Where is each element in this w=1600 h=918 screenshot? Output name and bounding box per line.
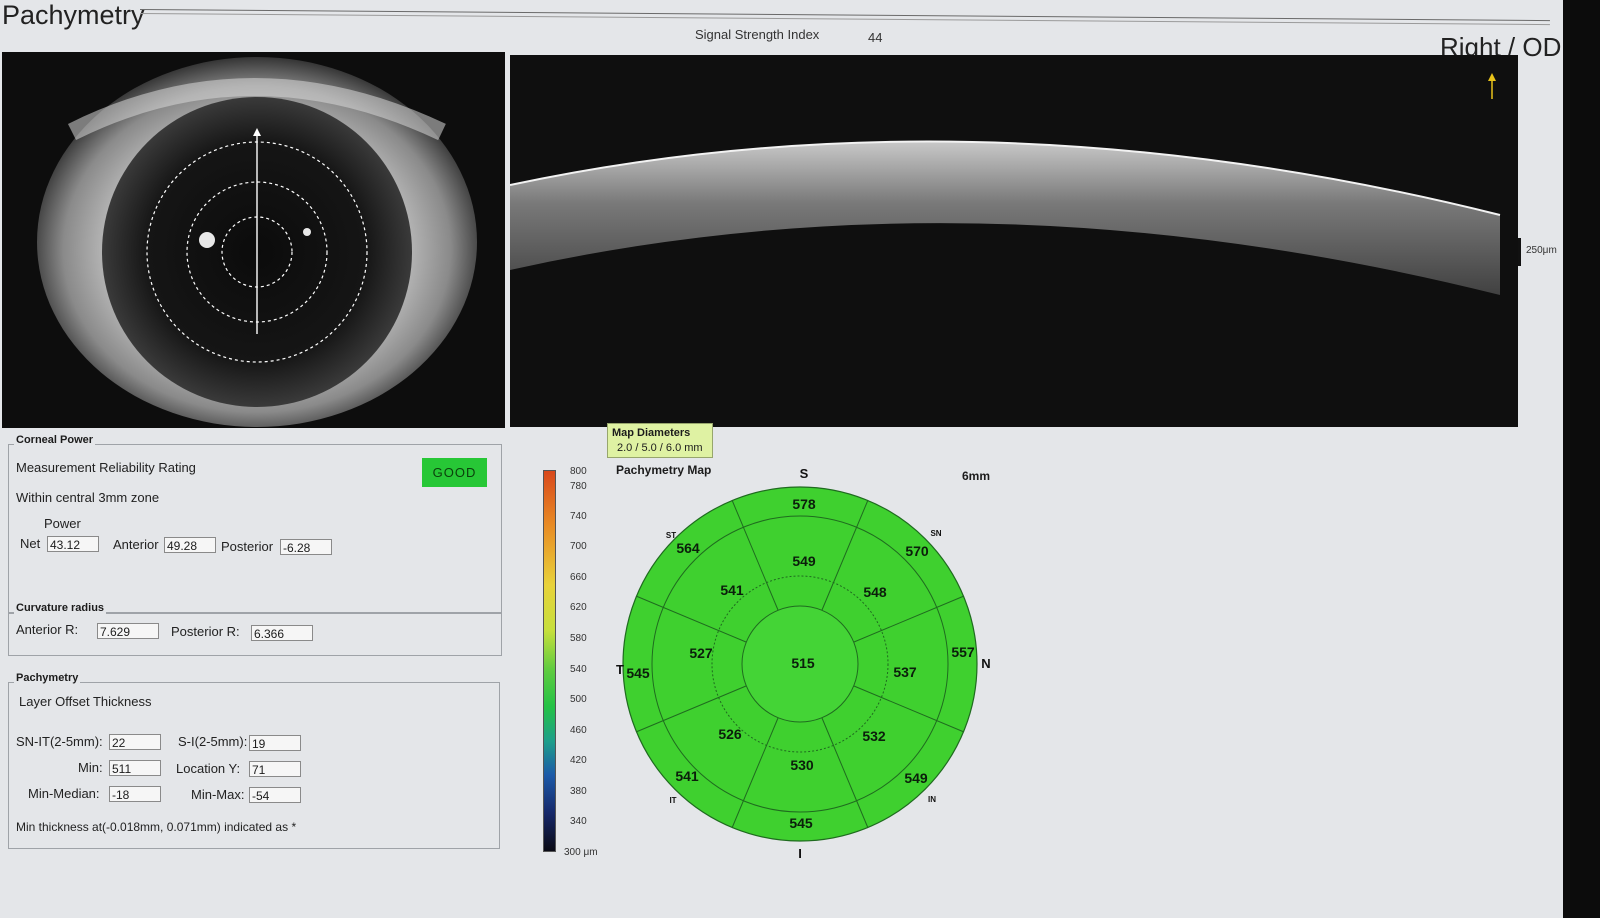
location-y-label: Location Y: xyxy=(176,761,241,776)
map-value-ring2-in: 532 xyxy=(862,728,886,744)
map-value-ring3-it: 541 xyxy=(675,768,699,784)
scale-tick: 380 xyxy=(570,786,587,797)
scale-tick: 800 xyxy=(570,466,587,477)
power-label: Power xyxy=(44,516,81,531)
scale-tick: 660 xyxy=(570,572,587,583)
net-power-field: 43.12 xyxy=(47,536,99,552)
signal-strength-value: 44 xyxy=(868,30,883,45)
map-value-ring3-t: 545 xyxy=(626,665,650,681)
min-median-field: -18 xyxy=(109,786,161,802)
scale-tick: 460 xyxy=(570,725,587,736)
anterior-r-label: Anterior R: xyxy=(16,622,79,637)
eye-camera-image xyxy=(2,52,505,428)
min-max-field: -54 xyxy=(249,787,301,803)
si-field: 19 xyxy=(249,735,301,751)
net-label: Net xyxy=(20,536,41,551)
sector-label-in: IN xyxy=(928,795,936,804)
map-value-ring2-i: 530 xyxy=(790,757,814,773)
oct-scale-bar xyxy=(1518,238,1521,266)
sector-label-sn: SN xyxy=(930,529,941,538)
direction-superior: S xyxy=(800,466,809,481)
map-value-ring2-st: 541 xyxy=(720,582,744,598)
corneal-power-title: Corneal Power xyxy=(14,434,96,446)
anterior-label: Anterior xyxy=(113,537,159,552)
map-value-ring3-in: 549 xyxy=(904,770,928,786)
direction-inferior: I xyxy=(798,846,802,860)
pachymetry-map: S N T I ST SN IT IN 515 549 548 537 532 … xyxy=(616,466,991,860)
map-diameters-value: 2.0 / 5.0 / 6.0 mm xyxy=(617,442,703,454)
sector-label-it: IT xyxy=(669,796,676,805)
scale-tick: 300 μm xyxy=(564,847,598,858)
pachymetry-header: Layer Offset Thickness xyxy=(19,694,152,709)
posterior-r-field: 6.366 xyxy=(251,625,313,641)
oct-scan-image xyxy=(509,55,1518,427)
anterior-r-field: 7.629 xyxy=(97,623,159,639)
anterior-power-field: 49.28 xyxy=(164,537,216,553)
posterior-label: Posterior xyxy=(221,539,274,554)
map-value-center: 515 xyxy=(791,655,815,671)
reliability-label: Measurement Reliability Rating xyxy=(16,460,196,475)
sector-label-st: ST xyxy=(666,531,676,540)
snit-field: 22 xyxy=(109,734,161,750)
location-y-field: 71 xyxy=(249,761,301,777)
monitor-bezel xyxy=(1563,0,1600,918)
pachymetry-title: Pachymetry xyxy=(14,672,81,684)
scale-tick: 540 xyxy=(570,664,587,675)
page-title: Pachymetry xyxy=(2,0,145,30)
map-value-ring3-s: 578 xyxy=(792,496,816,512)
scale-tick: 740 xyxy=(570,511,587,522)
map-value-ring3-st: 564 xyxy=(676,540,700,556)
min-field: 511 xyxy=(109,760,161,776)
oct-scale-label: 250μm xyxy=(1526,245,1557,256)
signal-strength-label: Signal Strength Index xyxy=(695,27,820,42)
scale-tick: 420 xyxy=(570,755,587,766)
snit-label: SN-IT(2-5mm): xyxy=(16,734,103,749)
si-label: S-I(2-5mm): xyxy=(178,734,248,749)
min-max-label: Min-Max: xyxy=(191,787,245,802)
min-median-label: Min-Median: xyxy=(28,786,100,801)
curvature-title: Curvature radius xyxy=(14,602,107,614)
map-value-ring3-sn: 570 xyxy=(905,543,929,559)
direction-nasal: N xyxy=(981,656,990,671)
posterior-power-field: -6.28 xyxy=(280,539,332,555)
scale-tick: 700 xyxy=(570,541,587,552)
direction-temporal: T xyxy=(616,662,624,677)
min-thickness-note: Min thickness at(-0.018mm, 0.071mm) indi… xyxy=(16,820,297,834)
map-value-ring3-n: 557 xyxy=(951,644,975,660)
map-value-ring2-sn: 548 xyxy=(863,584,887,600)
map-diameters-label: Map Diameters xyxy=(612,427,691,439)
thickness-color-scale xyxy=(543,470,556,852)
map-value-ring2-t: 527 xyxy=(689,645,713,661)
posterior-r-label: Posterior R: xyxy=(171,624,240,639)
min-label: Min: xyxy=(78,760,103,775)
map-value-ring2-it: 526 xyxy=(718,726,742,742)
central-zone-label: Within central 3mm zone xyxy=(16,490,160,505)
map-value-ring2-n: 537 xyxy=(893,664,917,680)
scale-tick: 780 xyxy=(570,481,587,492)
scale-tick: 580 xyxy=(570,633,587,644)
scale-tick: 500 xyxy=(570,694,587,705)
map-value-ring2-s: 549 xyxy=(792,553,816,569)
scale-tick: 340 xyxy=(570,816,587,827)
map-diameters-box: Map Diameters 2.0 / 5.0 / 6.0 mm xyxy=(607,423,713,458)
scale-tick: 620 xyxy=(570,602,587,613)
map-value-ring3-i: 545 xyxy=(789,815,813,831)
reliability-badge: GOOD xyxy=(422,458,487,487)
